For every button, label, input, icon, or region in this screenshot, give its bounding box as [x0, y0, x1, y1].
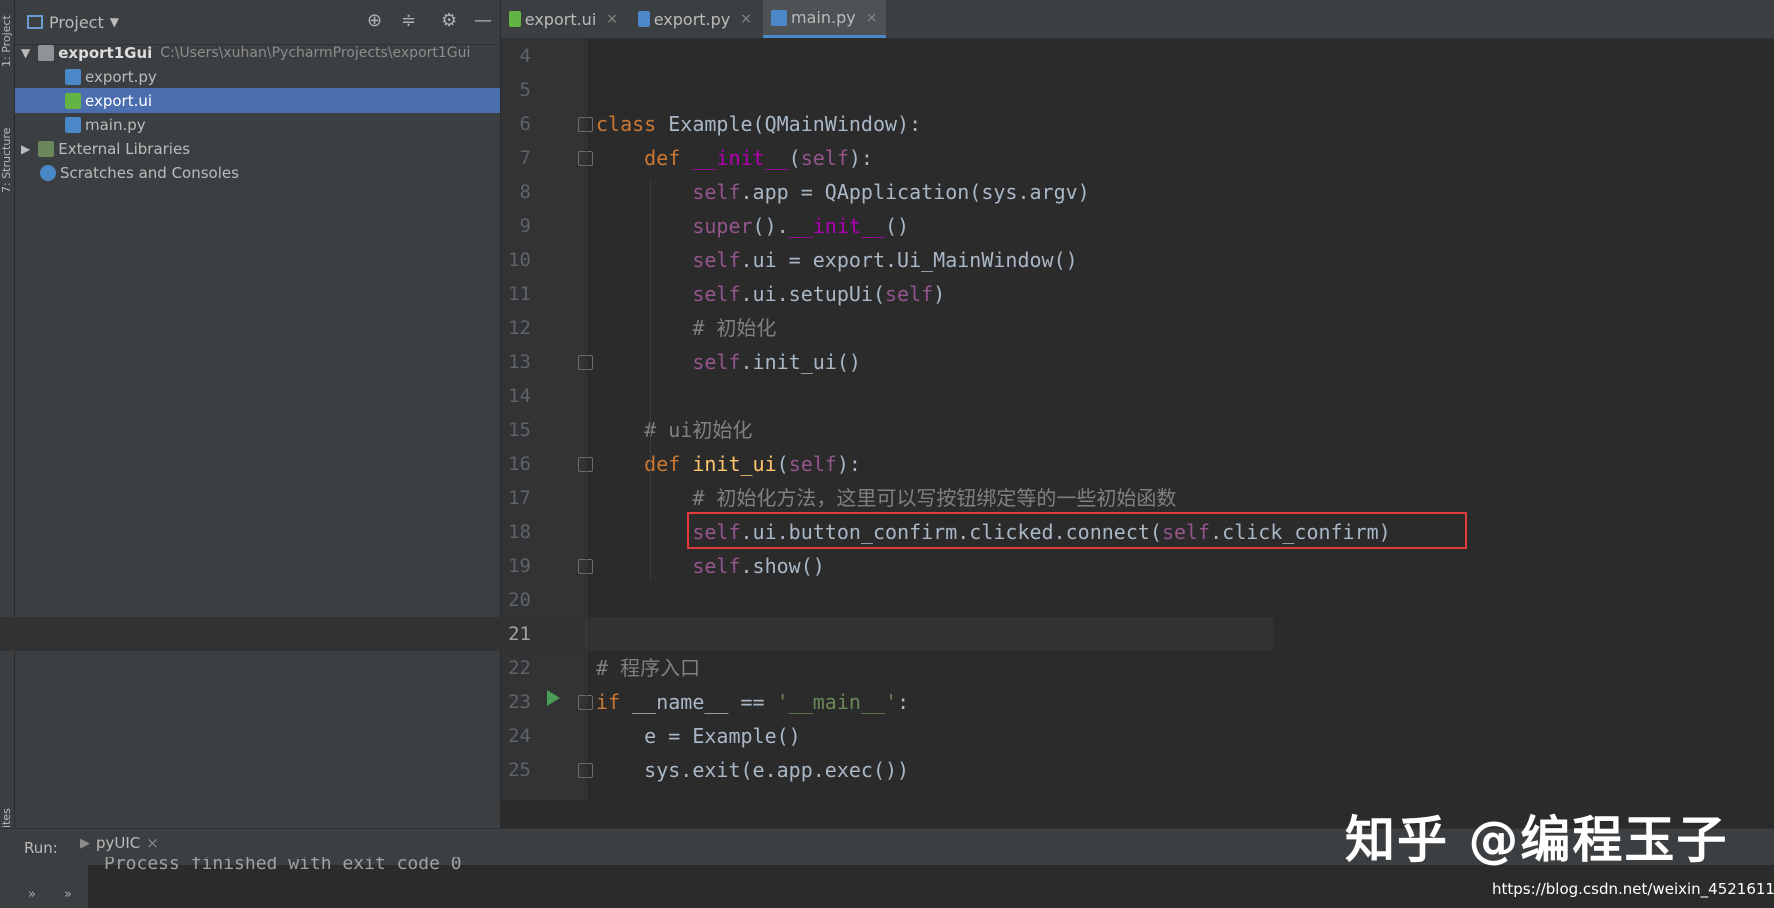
code-text: def __init__(self):: [644, 146, 873, 170]
line-number: 14: [508, 385, 531, 407]
tab-label: main.py: [791, 8, 856, 27]
code-line[interactable]: 9 super().__init__(): [0, 209, 1273, 243]
code-line[interactable]: 20: [0, 583, 1273, 617]
code-text: sys.exit(e.app.exec()): [596, 758, 910, 782]
python-file-icon: [771, 9, 787, 26]
run-tab-pyuic[interactable]: ▶ pyUIC ×: [80, 834, 159, 852]
console-text: Process finished with exit code 0: [104, 857, 462, 871]
code-text: super().__init__(): [692, 214, 910, 238]
line-number: 19: [508, 555, 531, 577]
code-line[interactable]: 17 # 初始化方法，这里可以写按钮绑定等的一些初始函数: [0, 481, 1273, 515]
code-line[interactable]: 23 if __name__ == '__main__':: [0, 685, 1273, 719]
tab-export-ui[interactable]: export.ui ×: [501, 0, 626, 38]
line-number: 6: [519, 113, 531, 135]
code-line[interactable]: 25 sys.exit(e.app.exec()): [0, 753, 1273, 787]
locate-icon[interactable]: ⊕: [367, 10, 382, 31]
code-line[interactable]: 10 self.ui = export.Ui_MainWindow(): [0, 243, 1273, 277]
line-number: 13: [508, 351, 531, 373]
line-number: 17: [508, 487, 531, 509]
indent-guide: [650, 180, 651, 580]
code-line[interactable]: 7 def __init__(self):: [0, 141, 1273, 175]
code-line[interactable]: 6 class Example(QMainWindow):: [0, 107, 1273, 141]
highlight-box: [687, 512, 1467, 549]
code-text: # 程序入口: [596, 656, 701, 680]
code-text: def init_ui(self):: [644, 452, 861, 476]
code-text: # 初始化: [692, 316, 777, 340]
code-text: # ui初始化: [644, 418, 753, 442]
code-line[interactable]: 19 self.show(): [0, 549, 1273, 583]
line-number: 9: [519, 215, 531, 237]
line-number: 20: [508, 589, 531, 611]
code-line[interactable]: 8 self.app = QApplication(sys.argv): [0, 175, 1273, 209]
line-number: 8: [519, 181, 531, 203]
tab-label: export.ui: [524, 9, 597, 29]
editor-tab-bar: export.ui × export.py × main.py ×: [501, 0, 1774, 39]
line-number: 24: [508, 725, 531, 747]
code-text: if __name__ == '__main__':: [596, 690, 910, 714]
close-icon[interactable]: ×: [866, 10, 878, 26]
line-number: 23: [508, 691, 531, 713]
watermark: 知乎 @编程玉子: [1345, 811, 1729, 869]
code-line[interactable]: 11 self.ui.setupUi(self): [0, 277, 1273, 311]
code-line[interactable]: 14: [0, 379, 1273, 413]
line-number: 7: [519, 147, 531, 169]
run-config-icon: ▶: [80, 835, 90, 851]
line-number: 22: [508, 657, 531, 679]
project-view-icon: [27, 15, 43, 29]
close-icon[interactable]: ×: [146, 834, 159, 852]
code-line[interactable]: 4: [0, 39, 1273, 73]
line-number: 10: [508, 249, 531, 271]
tab-main-py[interactable]: main.py ×: [763, 0, 886, 38]
run-tab-label: pyUIC: [96, 834, 141, 852]
gear-icon[interactable]: ⚙: [441, 10, 457, 31]
code-text: e = Example(): [596, 724, 801, 748]
run-icon[interactable]: [547, 690, 560, 706]
line-number: 21: [508, 623, 531, 645]
tab-label: export.py: [653, 9, 731, 29]
expand-chevron-icon[interactable]: »: [64, 887, 72, 902]
code-text: self.ui.setupUi(self): [692, 282, 946, 306]
minimize-icon[interactable]: —: [474, 10, 492, 31]
code-line[interactable]: 16 def init_ui(self):: [0, 447, 1273, 481]
line-number: 25: [508, 759, 531, 781]
source-url: https://blog.csdn.net/weixin_45216118: [1492, 880, 1774, 898]
line-number: 11: [508, 283, 531, 305]
code-line[interactable]: 21: [0, 617, 1273, 651]
code-text: self.ui = export.Ui_MainWindow(): [692, 248, 1078, 272]
run-label: Run:: [24, 839, 58, 857]
code-editor[interactable]: 4 5 6 class Example(QMainWindow): 7 def __in…: [0, 39, 1774, 800]
python-file-icon: [638, 11, 650, 27]
code-line[interactable]: 13 self.init_ui(): [0, 345, 1273, 379]
line-number: 5: [519, 79, 531, 101]
line-number: 12: [508, 317, 531, 339]
code-line[interactable]: 15 # ui初始化: [0, 413, 1273, 447]
line-number: 18: [508, 521, 531, 543]
indent-guide: [586, 39, 587, 800]
chevron-down-icon[interactable]: ▼: [110, 15, 119, 29]
close-icon[interactable]: ×: [740, 11, 752, 27]
panel-title[interactable]: Project: [49, 13, 104, 32]
code-line[interactable]: 24 e = Example(): [0, 719, 1273, 753]
code-line[interactable]: 12 # 初始化: [0, 311, 1273, 345]
tab-export-py[interactable]: export.py ×: [630, 0, 760, 38]
code-line[interactable]: 5: [0, 73, 1273, 107]
line-number: 16: [508, 453, 531, 475]
code-text: self.app = QApplication(sys.argv): [692, 180, 1090, 204]
expand-chevron-icon[interactable]: »: [28, 887, 36, 902]
code-line[interactable]: 22 # 程序入口: [0, 651, 1273, 685]
code-text: self.init_ui(): [692, 350, 861, 374]
line-number: 4: [519, 45, 531, 67]
collapse-icon[interactable]: ≑: [401, 10, 416, 31]
code-text: self.show(): [692, 554, 825, 578]
line-number: 15: [508, 419, 531, 441]
qt-ui-file-icon: [509, 11, 521, 27]
code-text: # 初始化方法，这里可以写按钮绑定等的一些初始函数: [692, 486, 1177, 510]
code-text: class Example(QMainWindow):: [596, 112, 922, 136]
close-icon[interactable]: ×: [606, 11, 618, 27]
